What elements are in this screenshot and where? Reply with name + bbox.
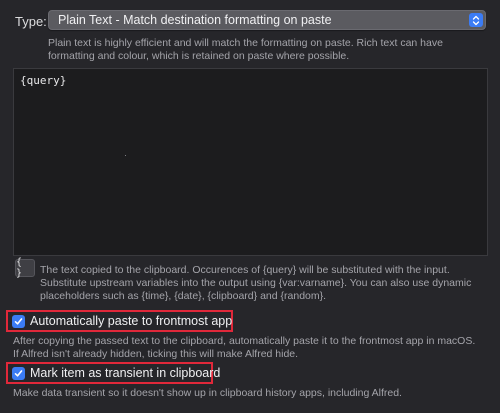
auto-paste-option[interactable]: Automatically paste to frontmost app bbox=[12, 312, 232, 330]
insert-placeholder-button[interactable]: { } bbox=[15, 257, 35, 279]
type-select[interactable]: Plain Text - Match destination formattin… bbox=[48, 10, 486, 30]
transient-help-text: Make data transient so it doesn't show u… bbox=[13, 387, 402, 399]
checkmark-icon bbox=[14, 317, 23, 325]
type-help-text: Plain text is highly efficient and will … bbox=[48, 37, 443, 62]
transient-option[interactable]: Mark item as transient in clipboard bbox=[12, 364, 220, 382]
transient-label: Mark item as transient in clipboard bbox=[30, 366, 221, 380]
auto-paste-label: Automatically paste to frontmost app bbox=[30, 314, 233, 328]
auto-paste-checkbox[interactable] bbox=[12, 314, 25, 328]
chevron-up-down-icon bbox=[469, 13, 483, 27]
transient-checkbox[interactable] bbox=[12, 366, 25, 380]
auto-paste-help-text: After copying the passed text to the cli… bbox=[13, 335, 476, 360]
type-select-value: Plain Text - Match destination formattin… bbox=[58, 13, 332, 27]
editor-content: {query} bbox=[20, 74, 67, 87]
editor-cursor-dot bbox=[125, 155, 126, 156]
checkmark-icon bbox=[14, 369, 23, 377]
type-label: Type: bbox=[15, 14, 47, 29]
text-editor[interactable]: {query} bbox=[13, 68, 488, 256]
editor-help-text: The text copied to the clipboard. Occure… bbox=[40, 264, 472, 302]
